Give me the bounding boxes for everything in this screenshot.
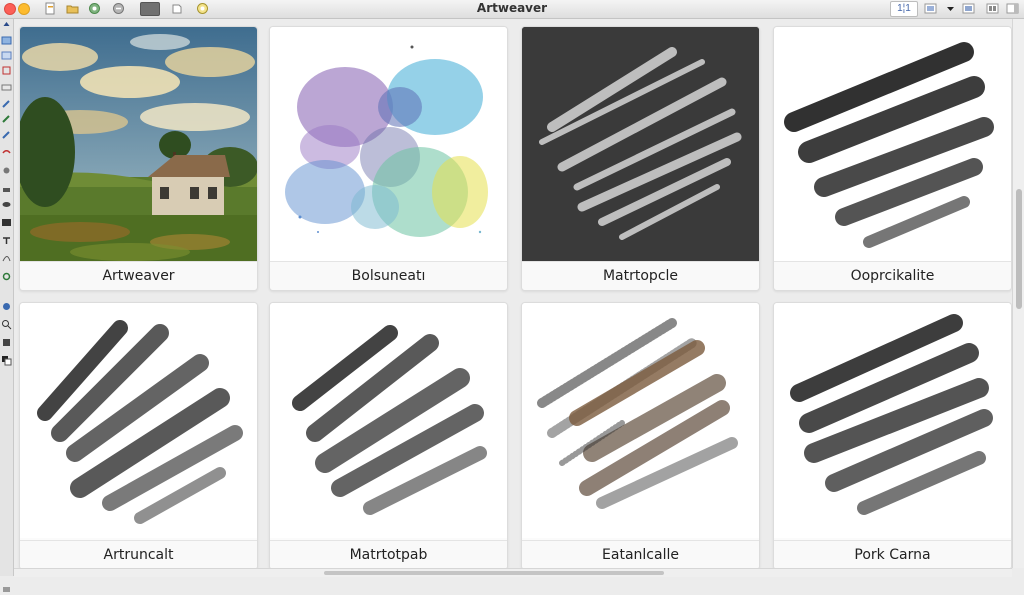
wand-tool-icon[interactable] — [1, 82, 12, 93]
gallery-card[interactable]: Eatanlcalle — [521, 302, 760, 570]
move-tool-icon[interactable] — [1, 21, 12, 32]
chalk-strokes-image — [522, 27, 759, 262]
gallery-card[interactable]: Pork Carna — [773, 302, 1012, 570]
pastel-strokes-image — [522, 303, 759, 538]
tool-strip — [0, 19, 14, 592]
select-tool-icon[interactable] — [1, 35, 12, 46]
grid-view-icon[interactable] — [924, 2, 937, 15]
airbrush-tool-icon[interactable] — [1, 165, 12, 176]
charcoal-strokes-image — [774, 27, 1011, 262]
card-caption: Matrtopcle — [522, 261, 759, 290]
eraser-tool-icon[interactable] — [1, 113, 12, 124]
title-bar: Artweaver 1¦1 — [0, 0, 1024, 19]
card-caption: Artweaver — [20, 261, 257, 290]
card-caption: Matrtotpab — [270, 540, 507, 569]
filmstrip-view-icon[interactable] — [986, 2, 999, 15]
card-caption: Pork Carna — [774, 540, 1011, 569]
card-caption: Eatanlcalle — [522, 540, 759, 569]
smudge-tool-icon[interactable] — [1, 199, 12, 210]
card-caption: Ooprcikalite — [774, 261, 1011, 290]
gallery-card[interactable]: Matrtopcle — [521, 26, 760, 291]
status-indicator-icon — [3, 587, 10, 592]
list-view-icon[interactable] — [962, 2, 975, 15]
card-caption: Artruncalt — [20, 540, 257, 569]
oil-painting-landscape-image — [20, 27, 257, 262]
watercolor-blots-image — [270, 27, 507, 262]
chevron-down-icon[interactable] — [944, 2, 957, 15]
card-caption: Bolsuneatı — [270, 261, 507, 290]
gradient-tool-icon[interactable] — [1, 217, 12, 228]
hand-tool-icon[interactable] — [1, 301, 12, 312]
ink-brush-strokes-image — [270, 303, 507, 538]
lasso-tool-icon[interactable] — [1, 50, 12, 61]
shape-tool-icon[interactable] — [1, 253, 12, 264]
ink-brush-strokes-image — [20, 303, 257, 538]
gallery-card[interactable]: Ooprcikalite — [773, 26, 1012, 291]
vertical-scroll-thumb[interactable] — [1016, 189, 1022, 309]
gallery-card[interactable]: Matrtotpab — [269, 302, 508, 570]
window-title: Artweaver — [476, 1, 548, 15]
rotate-tool-icon[interactable] — [1, 337, 12, 348]
eyedropper-tool-icon[interactable] — [1, 98, 12, 109]
panel-toggle-icon[interactable] — [1006, 2, 1019, 15]
brush-tool-icon[interactable] — [1, 147, 12, 158]
gallery-card[interactable]: Bolsuneatı — [269, 26, 508, 291]
crop-tool-icon[interactable] — [1, 65, 12, 76]
charcoal-strokes-image — [774, 303, 1011, 538]
zoom-ratio[interactable]: 1¦1 — [890, 1, 918, 17]
fill-tool-icon[interactable] — [1, 183, 12, 194]
vertical-scrollbar[interactable] — [1012, 19, 1024, 568]
text-tool-icon[interactable] — [1, 235, 12, 246]
pen-tool-icon[interactable] — [1, 129, 12, 140]
zoom-tool-icon[interactable] — [1, 319, 12, 330]
horizontal-scroll-thumb[interactable] — [324, 571, 664, 575]
gallery-card[interactable]: Artweaver — [19, 26, 258, 291]
brush-gallery: Artweaver Bolsuneatı Matrtopcle Ooprcika… — [14, 19, 1012, 570]
color-picker-icon[interactable] — [1, 355, 12, 366]
clone-tool-icon[interactable] — [1, 271, 12, 282]
gallery-card[interactable]: Artruncalt — [19, 302, 258, 570]
